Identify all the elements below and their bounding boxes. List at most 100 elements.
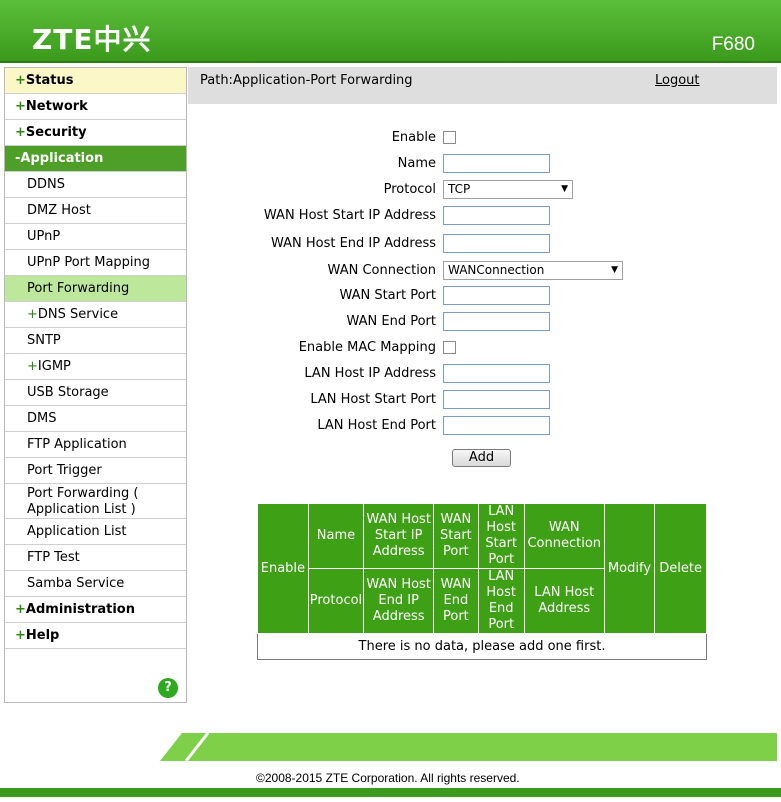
sidebar-item-label: Port Forwarding ( Application List ): [27, 486, 139, 517]
sidebar-item-port-forwarding[interactable]: Port Forwarding: [5, 276, 186, 302]
protocol-select[interactable]: TCP ▼: [443, 180, 573, 199]
sidebar-item-label: DNS Service: [37, 307, 119, 322]
wan-end-ip-input[interactable]: [443, 234, 550, 253]
sidebar-item-dmz-host[interactable]: DMZ Host: [5, 198, 186, 224]
sidebar-item-dns-service[interactable]: +DNS Service: [5, 302, 186, 328]
sidebar-item-application-list[interactable]: Application List: [5, 519, 186, 545]
footer-band: [160, 733, 777, 761]
col-wan-start-ip: WAN Host Start IP Address: [363, 503, 435, 569]
sidebar-item-label: UPnP Port Mapping: [27, 255, 151, 270]
col-delete: Delete: [654, 503, 707, 634]
expand-plus-icon: +: [27, 359, 38, 374]
sidebar-item-upnp[interactable]: UPnP: [5, 224, 186, 250]
sidebar-item-label: Status: [25, 73, 74, 88]
sidebar-item-samba-service[interactable]: Samba Service: [5, 571, 186, 597]
sidebar-item-label: USB Storage: [27, 385, 109, 400]
sidebar-item-label: FTP Test: [27, 550, 80, 565]
sidebar-item-label: Help: [25, 628, 60, 643]
wan-start-port-label: WAN Start Port: [339, 288, 436, 303]
col-wan-end-ip: WAN Host End IP Address: [363, 568, 435, 634]
col-name: Name: [307, 503, 365, 569]
sidebar-item-ftp-application[interactable]: FTP Application: [5, 432, 186, 458]
wan-start-ip-input[interactable]: [443, 206, 550, 225]
sidebar-item-label: Application: [20, 151, 104, 166]
sidebar-item-label: Application List: [27, 524, 127, 539]
expand-plus-icon: +: [15, 125, 26, 140]
sidebar-item-network[interactable]: +Network: [5, 94, 186, 120]
sidebar-item-label: UPnP: [27, 229, 61, 244]
expand-plus-icon: +: [15, 99, 26, 114]
expand-plus-icon: +: [15, 73, 26, 88]
sidebar-item-port-trigger[interactable]: Port Trigger: [5, 458, 186, 484]
name-input[interactable]: [443, 154, 550, 173]
lan-end-port-label: LAN Host End Port: [317, 418, 436, 433]
sidebar-item-igmp[interactable]: +IGMP: [5, 354, 186, 380]
mac-mapping-label: Enable MAC Mapping: [298, 340, 436, 355]
sidebar-item-label: Security: [25, 125, 87, 140]
lan-ip-label: LAN Host IP Address: [304, 366, 436, 381]
sidebar-item-administration[interactable]: +Administration: [5, 597, 186, 623]
expand-plus-icon: +: [15, 602, 26, 617]
sidebar-item-label: DMS: [27, 411, 57, 426]
sidebar-item-upnp-port-mapping[interactable]: UPnP Port Mapping: [5, 250, 186, 276]
sidebar-item-port-forwarding-app-list[interactable]: Port Forwarding ( Application List ): [5, 484, 186, 519]
sidebar-item-label: Administration: [25, 602, 135, 617]
wan-start-ip-label: WAN Host Start IP Address: [263, 208, 436, 223]
sidebar-item-label: Port Trigger: [27, 463, 102, 478]
sidebar-item-ddns[interactable]: DDNS: [5, 172, 186, 198]
sidebar-item-usb-storage[interactable]: USB Storage: [5, 380, 186, 406]
sidebar-item-label: Port Forwarding: [27, 281, 130, 296]
expand-plus-icon: +: [15, 628, 26, 643]
sidebar-item-label: FTP Application: [27, 437, 127, 452]
sidebar-item-label: DDNS: [27, 177, 65, 192]
col-lan-end-port: LAN Host End Port: [477, 568, 525, 634]
zte-logo: ZTE中兴: [32, 23, 152, 56]
add-button[interactable]: Add: [452, 449, 511, 467]
sidebar-item-status[interactable]: +Status: [5, 68, 186, 94]
help-icon[interactable]: ?: [158, 678, 178, 698]
sidebar-item-sntp[interactable]: SNTP: [5, 328, 186, 354]
wan-end-port-input[interactable]: [443, 312, 550, 331]
protocol-label: Protocol: [383, 182, 436, 197]
lan-ip-input[interactable]: [443, 364, 550, 383]
sidebar-item-security[interactable]: +Security: [5, 120, 186, 146]
copyright-text: ©2008-2015 ZTE Corporation. All rights r…: [256, 771, 520, 785]
header-banner: ZTE中兴 F680: [0, 0, 781, 63]
wan-connection-select-value: WANConnection: [448, 263, 545, 277]
col-wan-end-port: WAN End Port: [433, 568, 479, 634]
sidebar-item-dms[interactable]: DMS: [5, 406, 186, 432]
wan-connection-label: WAN Connection: [327, 263, 436, 278]
wan-end-port-label: WAN End Port: [346, 314, 436, 329]
breadcrumb: Path:Application-Port Forwarding: [200, 73, 413, 88]
empty-table-message: There is no data, please add one first.: [257, 633, 707, 660]
wan-end-ip-label: WAN Host End IP Address: [270, 236, 436, 251]
dropdown-arrow-icon: ▼: [561, 184, 568, 194]
logout-link[interactable]: Logout: [655, 73, 700, 88]
sidebar-item-application[interactable]: -Application: [5, 146, 186, 172]
col-lan-start-port: LAN Host Start Port: [477, 503, 525, 569]
expand-plus-icon: +: [27, 307, 38, 322]
enable-checkbox[interactable]: [443, 131, 456, 144]
lan-start-port-input[interactable]: [443, 390, 550, 409]
sidebar-item-label: DMZ Host: [27, 203, 91, 218]
col-protocol: Protocol: [307, 568, 365, 634]
model-name: F680: [711, 34, 755, 55]
name-label: Name: [397, 156, 436, 171]
lan-start-port-label: LAN Host Start Port: [310, 392, 436, 407]
mac-mapping-checkbox[interactable]: [443, 341, 456, 354]
wan-start-port-input[interactable]: [443, 286, 550, 305]
sidebar-item-ftp-test[interactable]: FTP Test: [5, 545, 186, 571]
dropdown-arrow-icon: ▼: [611, 265, 618, 275]
sidebar-item-label: SNTP: [27, 333, 61, 348]
sidebar-item-help[interactable]: +Help: [5, 623, 186, 649]
sidebar-item-label: Network: [25, 99, 88, 114]
sidebar-item-label: IGMP: [37, 359, 71, 374]
protocol-select-value: TCP: [448, 182, 471, 196]
wan-connection-select[interactable]: WANConnection ▼: [443, 261, 623, 280]
lan-end-port-input[interactable]: [443, 416, 550, 435]
bottom-bar: [0, 788, 781, 797]
path-bar: Path:Application-Port Forwarding Logout: [188, 67, 777, 104]
col-enable: Enable: [257, 503, 309, 634]
sidebar-menu: +Status +Network +Security -Application …: [4, 67, 187, 703]
col-wan-connection: WAN Connection: [523, 503, 605, 569]
